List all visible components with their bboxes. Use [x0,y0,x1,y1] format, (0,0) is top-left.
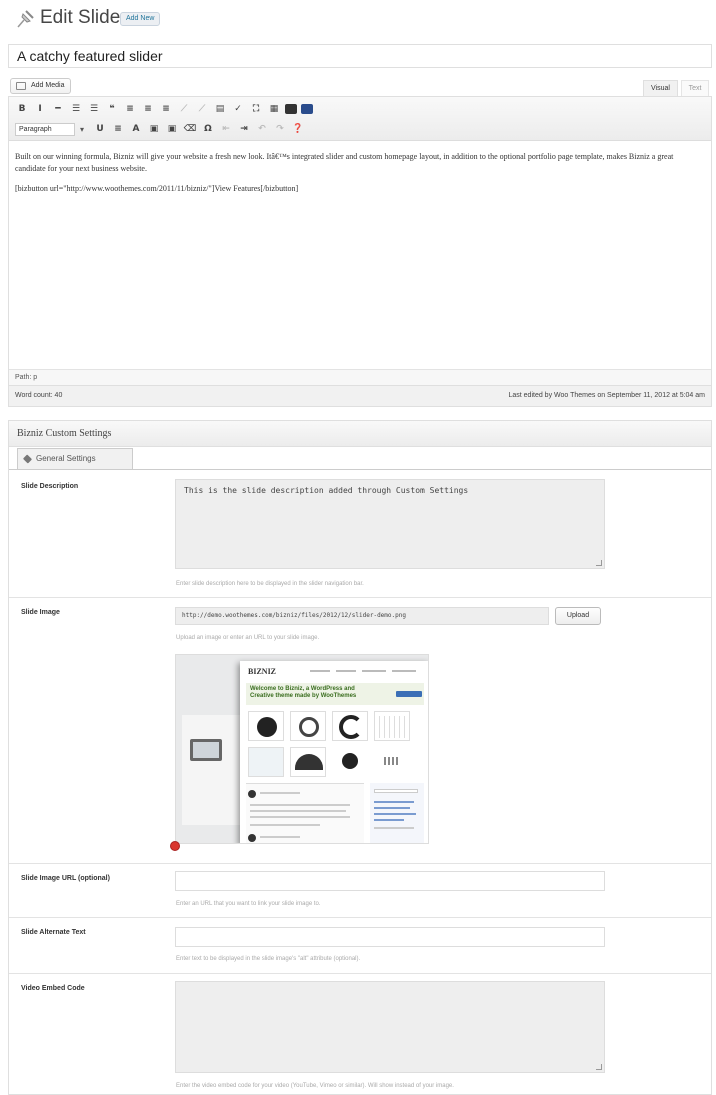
read-more-icon[interactable]: ▤ [213,103,227,116]
row-divider [9,597,711,598]
align-right-icon[interactable]: ≡ [159,103,173,116]
custom-settings-title[interactable]: Bizniz Custom Settings [9,421,711,447]
slide-image-label: Slide Image [21,609,60,616]
tab-text[interactable]: Text [681,80,709,96]
row-divider [9,863,711,864]
custom-settings-box: Bizniz Custom Settings General Settings … [8,420,712,1095]
preview-website-screenshot: BIZNIZ Welcome to Bizniz, a WordPress an… [240,661,428,843]
spellcheck-icon[interactable]: ✓ [231,103,245,116]
paragraph-format-select[interactable]: Paragraph [15,122,84,136]
preview-hero: Welcome to Bizniz, a WordPress and Creat… [246,683,424,705]
italic-icon[interactable]: I [33,103,47,116]
insert-link-icon[interactable]: ⟋ [177,103,191,116]
paste-text-icon[interactable]: ▣ [147,123,161,136]
content-editor: BI ━ ☰ ☰ ❝ ≡ ≡ ≡ ⟋ ⟋ ▤ ✓ ⛶ ▦ Paragraph U ≡ A ▣ ▣ ⌫ Ω ⇤ ⇥ ↶ ↷ ❓ B… [8,96,712,407]
content-shortcode: [bizbutton url="http://www.woothemes.com… [15,184,299,193]
video-embed-textarea[interactable] [175,981,605,1073]
fullscreen-icon[interactable]: ⛶ [249,103,263,116]
slide-image-url-input[interactable]: http://demo.woothemes.com/bizniz/files/2… [175,607,549,625]
slide-image-preview: BIZNIZ Welcome to Bizniz, a WordPress an… [175,654,429,844]
slide-description-help: Enter slide description here to be displ… [176,581,364,587]
tab-divider [9,469,711,470]
editor-content[interactable]: Built on our winning formula, Bizniz wil… [9,141,711,369]
row-divider [9,973,711,974]
strikethrough-icon[interactable]: ━ [51,103,65,116]
slide-description-label: Slide Description [21,483,79,490]
last-edited-info: Last edited by Woo Themes on September 1… [508,392,705,399]
help-icon[interactable]: ❓ [291,123,305,136]
tab-general-label: General Settings [36,454,96,463]
post-title-input[interactable]: A catchy featured slider [8,44,712,68]
bold-icon[interactable]: B [15,103,29,116]
remove-image-icon[interactable] [170,841,180,851]
slide-description-textarea[interactable]: This is the slide description added thro… [175,479,605,569]
slide-image-link-input[interactable] [175,871,605,891]
numbered-list-icon[interactable]: ☰ [87,103,101,116]
video-embed-help: Enter the video embed code for your vide… [176,1083,454,1089]
media-icon [16,82,26,90]
paste-word-icon[interactable]: ▣ [165,123,179,136]
slide-alt-text-label: Slide Alternate Text [21,929,86,936]
align-center-icon[interactable]: ≡ [141,103,155,116]
path-indicator: Path: p [9,369,711,385]
page-title: Edit Slide [40,7,121,28]
align-left-icon[interactable]: ≡ [123,103,137,116]
add-new-button[interactable]: Add New [120,12,161,26]
tab-visual[interactable]: Visual [643,80,678,96]
preview-content [246,783,364,843]
kitchen-sink-icon[interactable]: ▦ [267,103,281,116]
word-count: Word count: 40 [15,392,63,399]
preview-tagline: Welcome to Bizniz, a WordPress and Creat… [250,686,357,699]
blockquote-icon[interactable]: ❝ [105,103,119,116]
toolbar-row-1: B I ━ ☰ ☰ ❝ ≡ ≡ ≡ ⟋ ⟋ ▤ ✓ ⛶ ▦ [15,102,313,116]
slide-description-value: This is the slide description added thro… [184,486,469,495]
slide-alt-text-input[interactable] [175,927,605,947]
slide-alt-text-help: Enter text to be displayed in the slide … [176,956,361,962]
resize-handle-icon[interactable] [596,560,602,566]
add-media-label: Add Media [31,82,65,89]
shortcode-blue-icon[interactable] [301,104,313,114]
tab-general-settings[interactable]: General Settings [17,448,133,469]
undo-icon[interactable]: ↶ [255,123,269,136]
shortcode-icon[interactable] [285,104,297,114]
editor-toolbar: BI ━ ☰ ☰ ❝ ≡ ≡ ≡ ⟋ ⟋ ▤ ✓ ⛶ ▦ Paragraph U ≡ A ▣ ▣ ⌫ Ω ⇤ ⇥ ↶ ↷ ❓ [9,97,711,141]
content-paragraph: Built on our winning formula, Bizniz wil… [15,152,674,173]
resize-handle-icon[interactable] [596,1064,602,1070]
upload-button[interactable]: Upload [555,607,601,625]
add-media-button[interactable]: Add Media [10,78,72,94]
redo-icon[interactable]: ↷ [273,123,287,136]
video-embed-label: Video Embed Code [21,985,85,992]
pushpin-icon [17,10,34,28]
special-character-icon[interactable]: Ω [201,123,215,136]
tag-icon [22,454,33,464]
slide-image-help: Upload an image or enter an URL to your … [176,635,320,641]
editor-status-bar: Word count: 40 Last edited by Woo Themes… [9,385,711,406]
toolbar-row-2: Paragraph U ≡ A ▣ ▣ ⌫ Ω ⇤ ⇥ ↶ ↷ ❓ [15,122,305,136]
slide-image-url-label: Slide Image URL (optional) [21,875,110,882]
indent-icon[interactable]: ⇥ [237,123,251,136]
justify-icon[interactable]: ≡ [111,123,125,136]
text-color-icon[interactable]: A [129,123,143,136]
bullet-list-icon[interactable]: ☰ [69,103,83,116]
row-divider [9,917,711,918]
clear-formatting-icon[interactable]: ⌫ [183,123,197,136]
outdent-icon[interactable]: ⇤ [219,123,233,136]
unlink-icon[interactable]: ⟋ [195,103,209,116]
preview-sidebar [370,783,424,843]
underline-icon[interactable]: U [93,123,107,136]
preview-logo: BIZNIZ [248,667,277,676]
slide-image-url-help: Enter an URL that you want to link your … [176,901,321,907]
laptop-icon [190,739,222,761]
